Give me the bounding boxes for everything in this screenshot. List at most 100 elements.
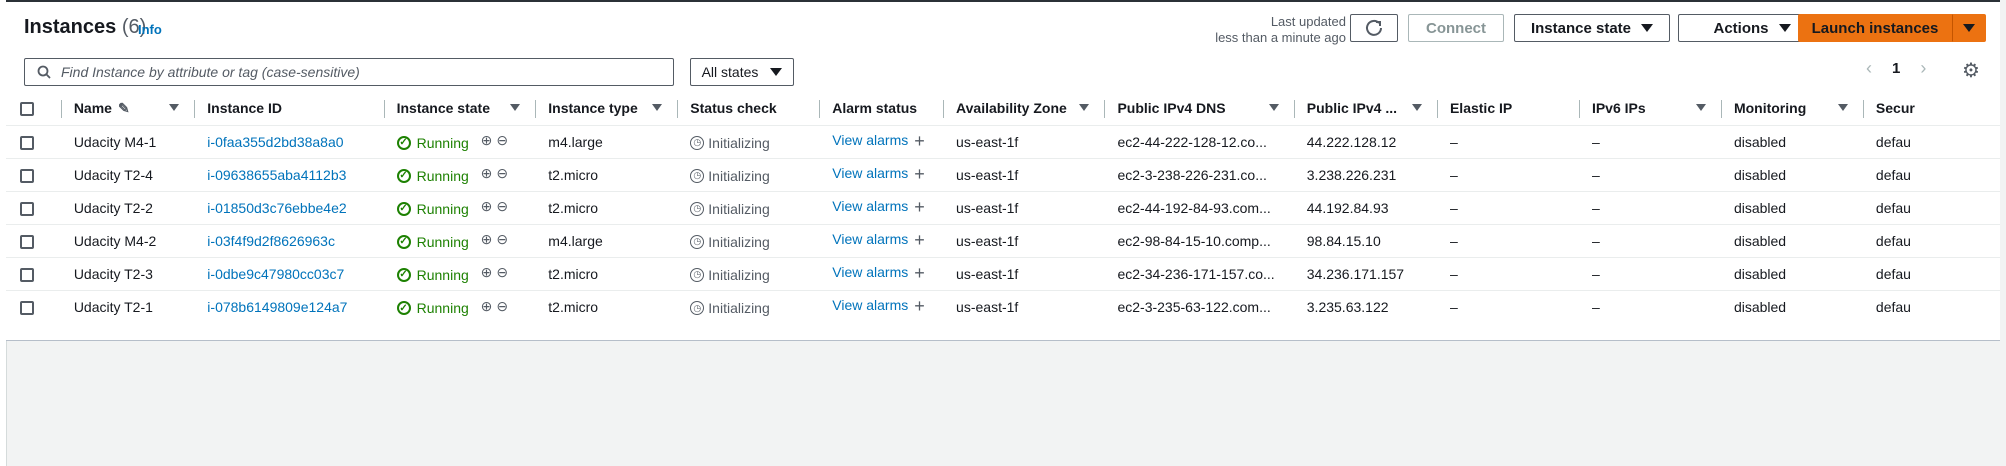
plus-icon[interactable]: + xyxy=(914,230,925,250)
zoom-out-icon[interactable]: ⊖ xyxy=(496,231,508,247)
alarm-status-cell: View alarms + xyxy=(820,157,945,191)
zoom-in-icon[interactable]: ⊕ xyxy=(481,198,493,214)
column-header-elastic-ip[interactable]: Elastic IP xyxy=(1437,92,1580,126)
instance-type: t2.micro xyxy=(548,199,599,216)
sort-icon[interactable] xyxy=(510,104,521,111)
public-dns: ec2-44-192-84-93.com... xyxy=(1117,199,1271,216)
zoom-out-icon[interactable]: ⊖ xyxy=(496,165,508,181)
select-all-checkbox[interactable] xyxy=(20,102,34,117)
zoom-in-icon[interactable]: ⊕ xyxy=(481,298,493,314)
status-label: Initializing xyxy=(708,167,770,184)
column-header-name[interactable]: Name ✎ xyxy=(61,92,196,126)
plus-icon[interactable]: + xyxy=(914,296,925,316)
zoom-in-icon[interactable]: ⊕ xyxy=(481,231,493,247)
instance-id-link[interactable]: i-078b6149809e124a7 xyxy=(207,299,347,315)
sort-icon[interactable] xyxy=(1695,104,1706,111)
search-input[interactable]: Find Instance by attribute or tag (case-… xyxy=(24,58,674,86)
zoom-out-icon[interactable]: ⊖ xyxy=(496,198,508,214)
column-header-instance-id[interactable]: Instance ID xyxy=(195,92,385,126)
sort-icon[interactable] xyxy=(652,104,663,111)
public-ip: 44.222.128.12 xyxy=(1306,133,1397,150)
instance-state-cell: ✓ Running ⊕ ⊖ xyxy=(384,223,537,257)
search-icon xyxy=(37,65,51,79)
zoom-in-icon[interactable]: ⊕ xyxy=(481,132,493,148)
zoom-out-icon[interactable]: ⊖ xyxy=(496,132,508,148)
chevron-right-icon[interactable]: › xyxy=(1920,58,1926,79)
instance-state-dropdown[interactable]: Instance state xyxy=(1514,14,1670,42)
launch-options-button[interactable] xyxy=(1952,14,1986,42)
public-dns: ec2-3-235-63-122.com... xyxy=(1117,298,1271,315)
column-header-public-dns[interactable]: Public IPv4 DNS xyxy=(1105,92,1295,126)
column-header-availability-zone[interactable]: Availability Zone xyxy=(944,92,1106,126)
sort-icon[interactable] xyxy=(169,104,180,111)
status-check: ◷ Initializing xyxy=(690,201,770,217)
instance-id-link[interactable]: i-09638655aba4112b3 xyxy=(207,167,346,183)
zoom-in-icon[interactable]: ⊕ xyxy=(481,165,493,181)
connect-button[interactable]: Connect xyxy=(1408,14,1504,42)
table-row[interactable]: Udacity M4-2 i-03f4f9d2f8626963c ✓ Runnin… xyxy=(6,223,2000,257)
table-row[interactable]: Udacity T2-4 i-09638655aba4112b3 ✓ Runnin… xyxy=(6,157,2000,191)
plus-icon[interactable]: + xyxy=(914,263,925,283)
availability-zone: us-east-1f xyxy=(956,298,1019,315)
plus-icon[interactable]: + xyxy=(914,164,925,184)
table-row[interactable]: Udacity M4-1 i-0faa355d2bd38a8a0 ✓ Runnin… xyxy=(6,124,2000,158)
public-ip-cell: 44.222.128.12 xyxy=(1294,124,1438,158)
instance-id-link[interactable]: i-01850d3c76ebbe4e2 xyxy=(207,200,346,216)
public-dns-cell: ec2-3-235-63-122.com... xyxy=(1105,289,1295,323)
zoom-out-icon[interactable]: ⊖ xyxy=(496,264,508,280)
actions-label: Actions xyxy=(1713,19,1769,37)
security-group: defau xyxy=(1875,232,1911,249)
caret-down-icon xyxy=(770,68,783,76)
view-alarms-link[interactable]: View alarms xyxy=(832,264,908,280)
states-filter-select[interactable]: All states xyxy=(690,58,794,86)
table-row[interactable]: Udacity T2-1 i-078b6149809e124a7 ✓ Runnin… xyxy=(6,289,2000,323)
column-header-ipv6[interactable]: IPv6 IPs xyxy=(1579,92,1722,126)
row-checkbox[interactable] xyxy=(20,267,34,282)
column-header-monitoring[interactable]: Monitoring xyxy=(1721,92,1864,126)
view-alarms-link[interactable]: View alarms xyxy=(832,297,908,313)
plus-icon[interactable]: + xyxy=(914,131,925,151)
current-page[interactable]: 1 xyxy=(1892,60,1900,77)
view-alarms-link[interactable]: View alarms xyxy=(832,132,908,148)
row-checkbox[interactable] xyxy=(20,135,34,150)
sort-icon[interactable] xyxy=(1837,104,1848,111)
row-checkbox[interactable] xyxy=(20,234,34,249)
launch-instances-button[interactable]: Launch instances xyxy=(1798,14,1952,42)
zoom-out-icon[interactable]: ⊖ xyxy=(496,298,508,314)
table-row[interactable]: Udacity T2-3 i-0dbe9c47980cc03c7 ✓ Runnin… xyxy=(6,256,2000,290)
zoom-in-icon[interactable]: ⊕ xyxy=(481,264,493,280)
elastic-ip: – xyxy=(1449,232,1458,249)
chevron-left-icon[interactable]: ‹ xyxy=(1866,58,1872,79)
instance-state-cell: ✓ Running ⊕ ⊖ xyxy=(384,157,537,191)
edit-icon[interactable]: ✎ xyxy=(118,100,130,116)
column-header-security[interactable]: Secur xyxy=(1863,92,2000,126)
column-header-instance-type[interactable]: Instance type xyxy=(536,92,679,126)
sort-icon[interactable] xyxy=(1268,104,1279,111)
instance-id-link[interactable]: i-0dbe9c47980cc03c7 xyxy=(207,266,344,282)
sort-icon[interactable] xyxy=(1411,104,1422,111)
view-alarms-link[interactable]: View alarms xyxy=(832,231,908,247)
instance-id-link[interactable]: i-03f4f9d2f8626963c xyxy=(207,233,335,249)
column-header-instance-state[interactable]: Instance state xyxy=(384,92,537,126)
instance-id-link[interactable]: i-0faa355d2bd38a8a0 xyxy=(207,134,343,150)
instance-state-cell: ✓ Running ⊕ ⊖ xyxy=(384,289,537,323)
info-link[interactable]: Info xyxy=(138,22,162,37)
row-checkbox[interactable] xyxy=(20,168,34,183)
security-group: defau xyxy=(1875,133,1911,150)
settings-gear-icon[interactable]: ⚙ xyxy=(1962,58,1980,83)
table-row[interactable]: Udacity T2-2 i-01850d3c76ebbe4e2 ✓ Runnin… xyxy=(6,190,2000,224)
row-checkbox[interactable] xyxy=(20,201,34,216)
view-alarms-link[interactable]: View alarms xyxy=(832,165,908,181)
refresh-button[interactable] xyxy=(1350,14,1398,42)
view-alarms-link[interactable]: View alarms xyxy=(832,198,908,214)
instance-name: Udacity M4-2 xyxy=(73,232,157,249)
column-header-alarm-status[interactable]: Alarm status xyxy=(820,92,945,126)
column-header-public-ip[interactable]: Public IPv4 ... xyxy=(1294,92,1438,126)
plus-icon[interactable]: + xyxy=(914,197,925,217)
row-checkbox[interactable] xyxy=(20,300,34,315)
public-dns: ec2-44-222-128-12.co... xyxy=(1117,133,1267,150)
column-header-status-check[interactable]: Status check xyxy=(678,92,821,126)
availability-zone: us-east-1f xyxy=(956,232,1019,249)
monitoring-cell: disabled xyxy=(1721,157,1864,191)
sort-icon[interactable] xyxy=(1079,104,1090,111)
